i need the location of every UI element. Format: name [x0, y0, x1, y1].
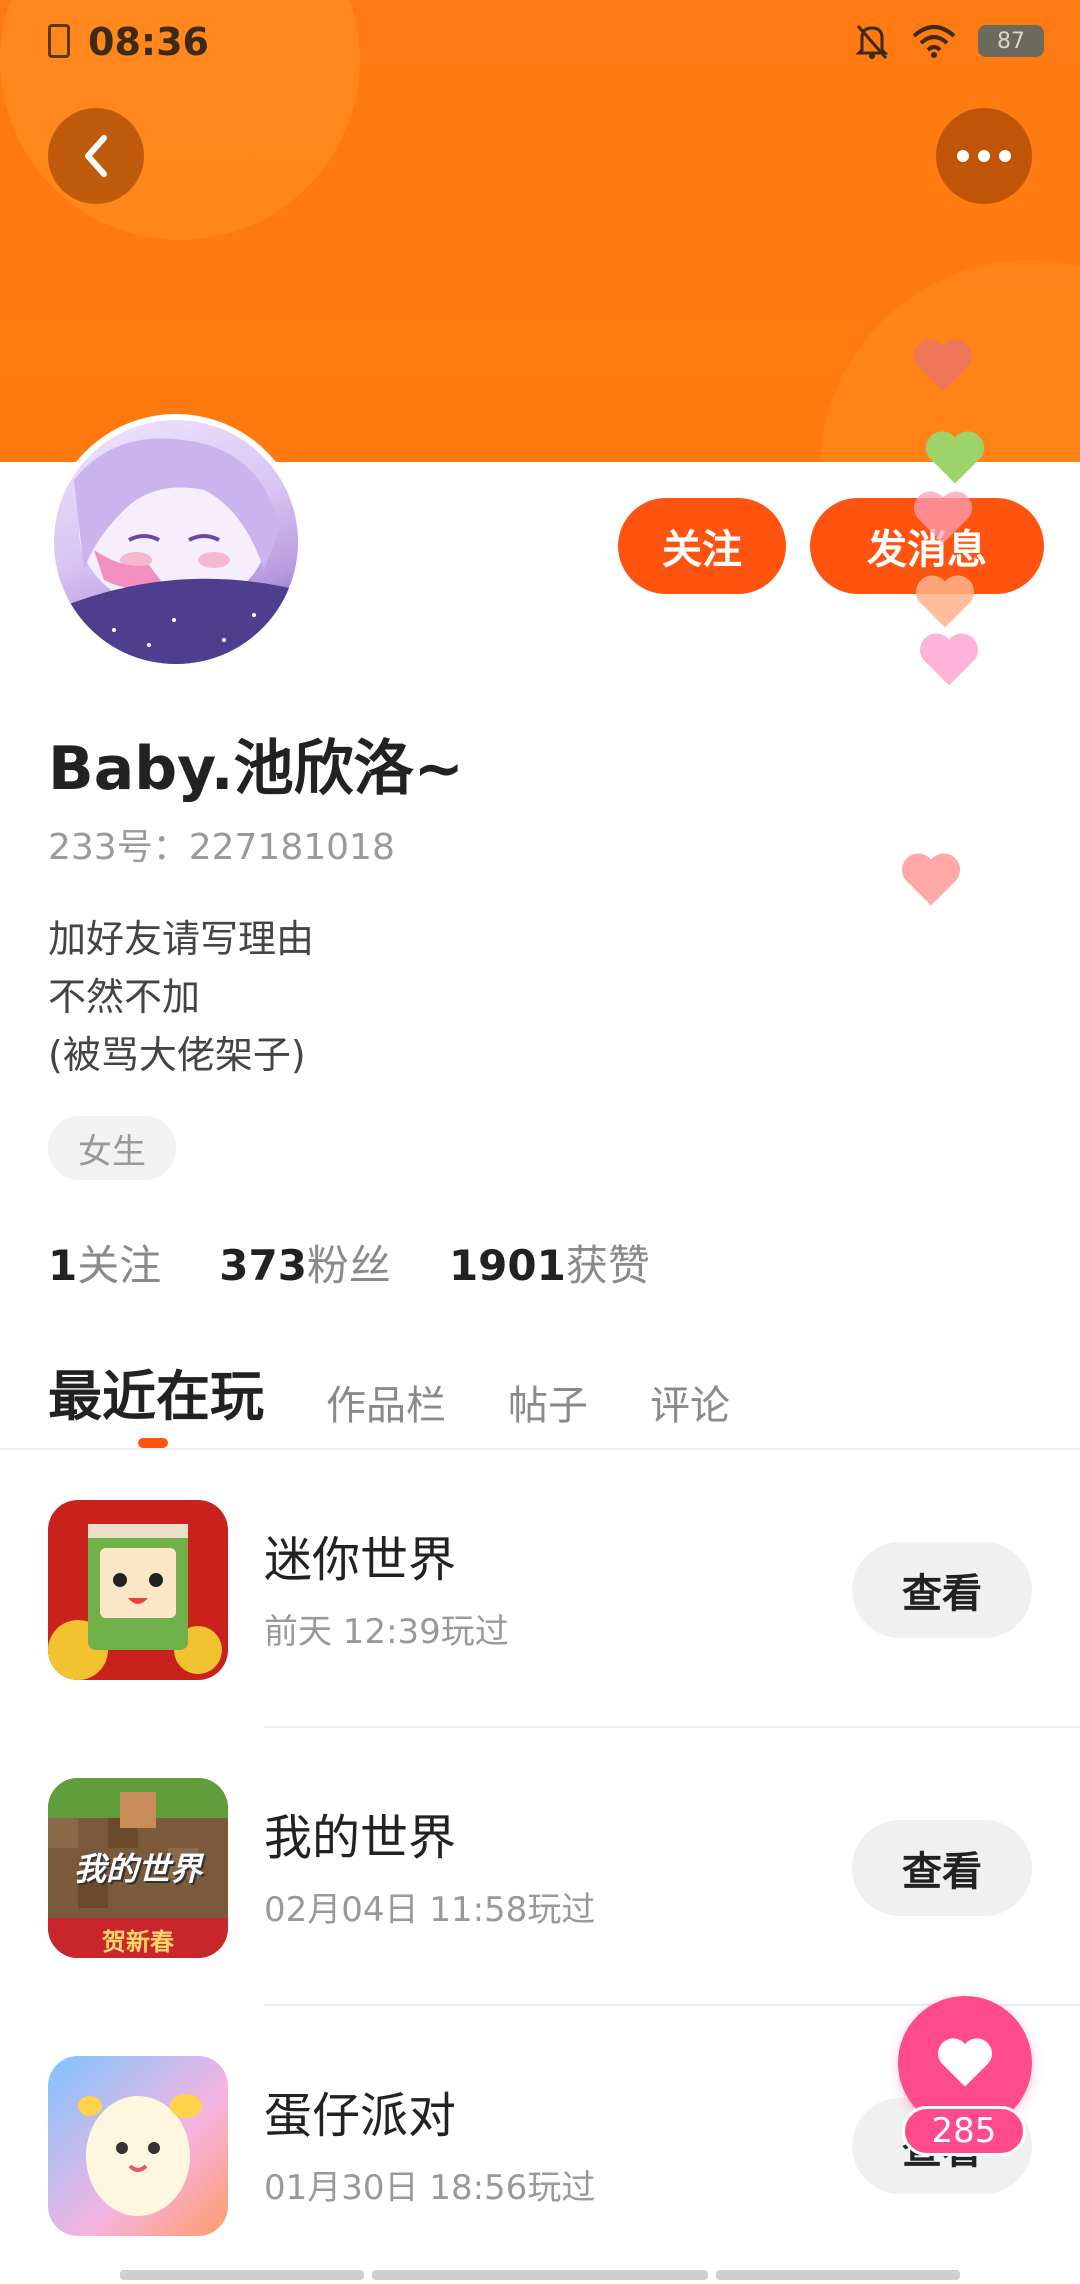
more-dots-icon	[957, 150, 1011, 162]
minecraft-logo-text: 我的世界	[73, 1850, 202, 1888]
bio-line: (被骂大佬架子)	[48, 1033, 306, 1077]
like-count-badge: 285	[902, 2106, 1026, 2156]
game-icon-mini-world	[48, 1500, 228, 1680]
view-button[interactable]: 查看	[852, 1542, 1032, 1638]
avatar[interactable]	[48, 414, 304, 670]
stat-label: 关注	[77, 1241, 162, 1290]
floating-heart-icon	[919, 633, 979, 686]
gender-tag: 女生	[48, 1116, 176, 1180]
game-played-time: 01月30日 18:56玩过	[264, 2168, 596, 2208]
bottom-scroll-indicator	[372, 2270, 708, 2280]
heart-icon	[938, 2038, 992, 2087]
bio-line: 不然不加	[48, 975, 201, 1019]
bottom-scroll-indicator	[120, 2270, 364, 2280]
floating-heart-icon	[901, 853, 961, 906]
profile-tabs: 最近在玩 作品栏 帖子 评论	[48, 1352, 730, 1431]
status-bar: 08:36 87	[0, 0, 1080, 84]
stat-label: 获赞	[565, 1241, 650, 1290]
sim-icon	[48, 24, 70, 58]
game-icon-minecraft: 我的世界 贺新春	[48, 1778, 228, 1958]
stat-label: 粉丝	[306, 1241, 391, 1290]
user-id: 233号：227181018	[48, 827, 395, 868]
mute-bell-icon	[855, 25, 889, 59]
chevron-left-icon	[85, 135, 107, 177]
tab-comments[interactable]: 评论	[650, 1373, 730, 1431]
status-time: 08:36	[88, 20, 209, 64]
follow-button[interactable]: 关注	[618, 498, 786, 594]
game-name: 我的世界	[264, 1810, 457, 1866]
more-button[interactable]	[936, 108, 1032, 204]
floating-heart-icon	[915, 575, 975, 628]
back-button[interactable]	[48, 108, 144, 204]
tab-recently-played[interactable]: 最近在玩	[48, 1352, 264, 1431]
view-button[interactable]: 查看	[852, 1820, 1032, 1916]
stat-value: 1901	[448, 1241, 566, 1290]
bio-line: 加好友请写理由	[48, 917, 315, 961]
wifi-icon	[912, 25, 956, 58]
floating-heart-icon	[913, 491, 973, 544]
username: Baby.池欣洛~	[48, 734, 464, 804]
game-played-time: 02月04日 11:58玩过	[264, 1890, 596, 1930]
stats-row: 1关注 373粉丝 1901获赞	[48, 1232, 650, 1293]
stat-following[interactable]: 1关注	[48, 1232, 161, 1293]
stat-value: 373	[219, 1241, 307, 1290]
game-icon-eggy-party	[48, 2056, 228, 2236]
battery-icon: 87	[978, 25, 1044, 57]
game-played-time: 前天 12:39玩过	[264, 1612, 509, 1652]
tab-indicator	[138, 1438, 168, 1448]
bottom-scroll-indicator	[716, 2270, 960, 2280]
game-name: 蛋仔派对	[264, 2088, 457, 2144]
floating-heart-icon	[925, 431, 985, 484]
game-name: 迷你世界	[264, 1532, 457, 1588]
tab-works[interactable]: 作品栏	[326, 1373, 446, 1431]
stat-value: 1	[48, 1241, 78, 1290]
avatar-image	[54, 438, 298, 664]
minecraft-banner-text: 贺新春	[102, 1928, 174, 1956]
floating-heart-icon	[913, 339, 973, 392]
stat-followers[interactable]: 373粉丝	[219, 1232, 391, 1293]
bio: 加好友请写理由 不然不加 (被骂大佬架子)	[48, 910, 314, 1084]
tab-posts[interactable]: 帖子	[508, 1373, 588, 1431]
stat-likes[interactable]: 1901获赞	[449, 1232, 650, 1293]
game-row[interactable]: 我的世界 贺新春 我的世界 02月04日 11:58玩过 查看	[0, 1728, 1080, 2006]
game-row[interactable]: 迷你世界 前天 12:39玩过 查看	[0, 1450, 1080, 1728]
